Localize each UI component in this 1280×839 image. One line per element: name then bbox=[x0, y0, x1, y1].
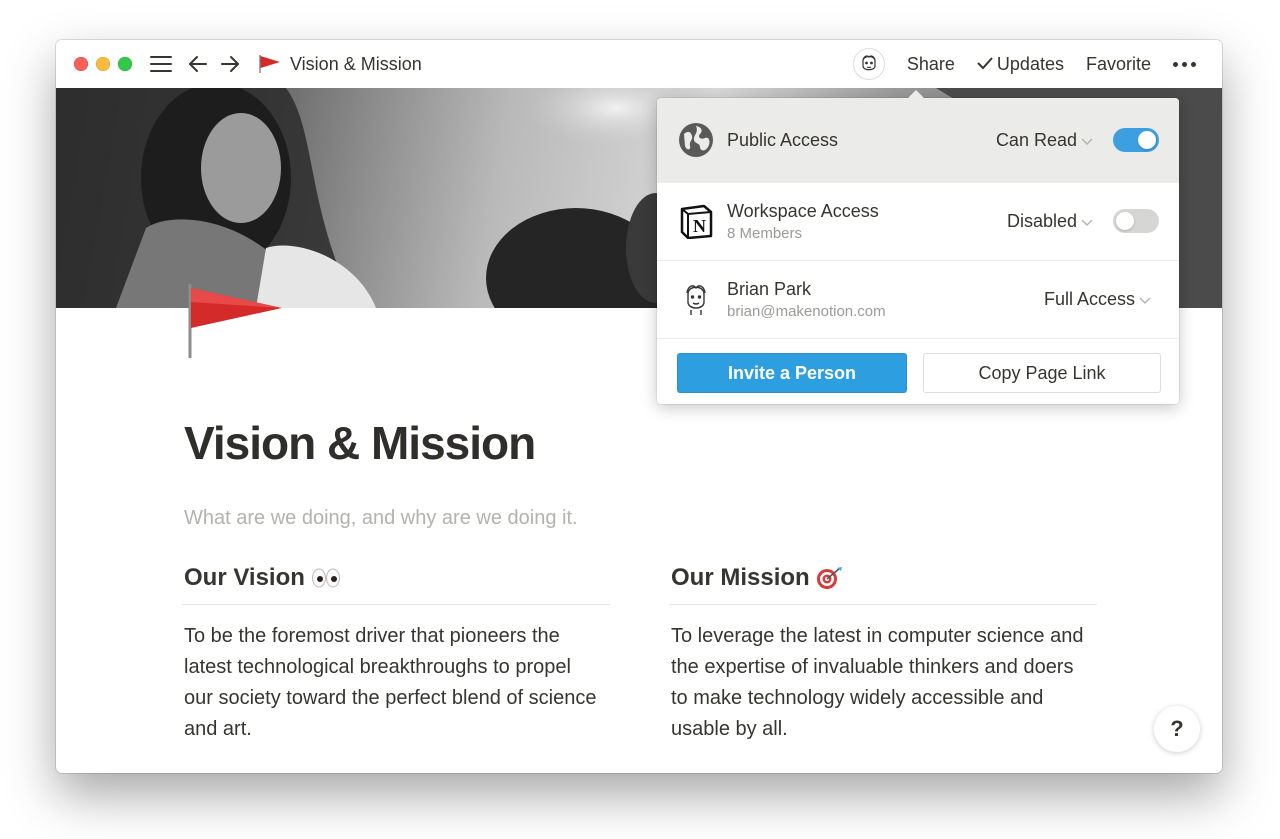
help-button[interactable]: ? bbox=[1154, 706, 1200, 752]
invite-person-button[interactable]: Invite a Person bbox=[677, 353, 907, 393]
favorite-button[interactable]: Favorite bbox=[1086, 54, 1151, 75]
person-email: brian@makenotion.com bbox=[727, 302, 886, 320]
share-popover: Public Access Can Read N Workspace Acces… bbox=[657, 90, 1179, 404]
workspace-access-label: Workspace Access bbox=[727, 200, 879, 221]
person-access-row[interactable]: Brian Park brian@makenotion.com Full Acc… bbox=[657, 260, 1179, 339]
chevron-down-icon bbox=[1081, 211, 1093, 232]
globe-icon bbox=[677, 121, 715, 159]
public-permission-dropdown[interactable]: Can Read bbox=[996, 130, 1093, 151]
page-icon-flag[interactable] bbox=[186, 282, 286, 362]
hamburger-icon[interactable] bbox=[150, 53, 172, 75]
public-access-controls: Can Read bbox=[996, 128, 1159, 152]
workspace-permission-value: Disabled bbox=[1006, 210, 1077, 231]
workspace-access-controls: Disabled bbox=[1007, 209, 1159, 233]
notion-logo-icon: N bbox=[677, 202, 715, 240]
public-access-label: Public Access bbox=[727, 129, 839, 150]
page-title[interactable]: Vision & Mission bbox=[184, 416, 536, 470]
mission-heading[interactable]: Our Mission bbox=[669, 564, 1097, 605]
red-flag-icon bbox=[258, 54, 282, 74]
public-access-row[interactable]: Public Access Can Read bbox=[657, 98, 1179, 183]
workspace-access-text: Workspace Access 8 Members bbox=[727, 201, 879, 242]
minimize-window-button[interactable] bbox=[96, 57, 110, 71]
mission-text[interactable]: To leverage the latest in computer scien… bbox=[671, 621, 1089, 745]
mission-column: Our Mission To leverage the latest in co… bbox=[669, 564, 1097, 745]
mission-heading-text: Our Mission bbox=[671, 564, 810, 591]
person-access-text: Brian Park brian@makenotion.com bbox=[727, 279, 886, 320]
svg-text:N: N bbox=[693, 216, 706, 236]
close-window-button[interactable] bbox=[74, 57, 88, 71]
workspace-access-toggle[interactable] bbox=[1113, 209, 1159, 233]
user-avatar[interactable] bbox=[852, 48, 885, 80]
updates-button[interactable]: Updates bbox=[977, 54, 1064, 75]
eyes-icon bbox=[311, 567, 341, 589]
workspace-member-count: 8 Members bbox=[727, 224, 803, 242]
checkmark-icon bbox=[977, 54, 993, 75]
zoom-window-button[interactable] bbox=[118, 57, 132, 71]
app-window: Vision & Mission Share Updates Favorite bbox=[56, 40, 1222, 773]
public-access-text: Public Access bbox=[727, 130, 838, 151]
public-access-toggle[interactable] bbox=[1113, 128, 1159, 152]
window-controls bbox=[74, 57, 132, 71]
share-button[interactable]: Share bbox=[907, 54, 955, 75]
titlebar-actions: Share Updates Favorite bbox=[852, 48, 1196, 80]
more-dots-icon[interactable] bbox=[1173, 61, 1196, 67]
vision-heading-text: Our Vision bbox=[184, 564, 305, 591]
copy-page-link-button[interactable]: Copy Page Link bbox=[923, 353, 1161, 393]
vision-column: Our Vision To be the foremost driver tha… bbox=[182, 564, 610, 745]
person-access-controls: Full Access bbox=[1044, 289, 1151, 310]
person-permission-dropdown[interactable]: Full Access bbox=[1044, 289, 1151, 310]
forward-arrow-icon[interactable] bbox=[220, 54, 240, 74]
person-avatar bbox=[677, 280, 715, 318]
back-arrow-icon[interactable] bbox=[188, 54, 208, 74]
workspace-access-row[interactable]: N Workspace Access 8 Members Disabled bbox=[657, 182, 1179, 261]
updates-label: Updates bbox=[996, 53, 1064, 74]
chevron-down-icon bbox=[1139, 289, 1151, 310]
vision-heading[interactable]: Our Vision bbox=[182, 564, 610, 605]
direct-hit-icon bbox=[816, 566, 844, 590]
vision-text[interactable]: To be the foremost driver that pioneers … bbox=[184, 621, 602, 745]
chevron-down-icon bbox=[1081, 130, 1093, 151]
person-name: Brian Park bbox=[727, 278, 812, 299]
title-bar: Vision & Mission Share Updates Favorite bbox=[56, 40, 1222, 88]
breadcrumb-page-title[interactable]: Vision & Mission bbox=[290, 54, 422, 75]
workspace-permission-dropdown[interactable]: Disabled bbox=[1007, 211, 1093, 232]
page-subtitle[interactable]: What are we doing, and why are we doing … bbox=[184, 507, 578, 530]
public-permission-value: Can Read bbox=[995, 129, 1077, 150]
share-actions: Invite a Person Copy Page Link bbox=[677, 353, 1161, 393]
person-permission-value: Full Access bbox=[1043, 288, 1135, 309]
